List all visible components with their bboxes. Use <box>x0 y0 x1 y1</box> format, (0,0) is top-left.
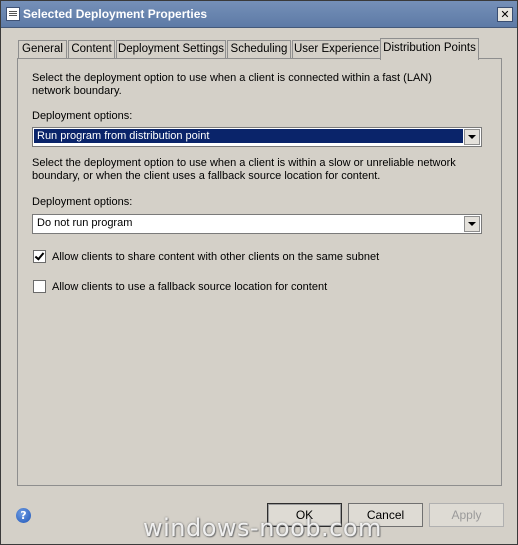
fallback-source-checkbox[interactable] <box>33 280 46 293</box>
fast-network-description: Select the deployment option to use when… <box>32 72 432 97</box>
slow-deployment-options-value: Do not run program <box>37 217 133 229</box>
properties-window-icon <box>6 7 20 21</box>
fast-deployment-options-label: Deployment options: <box>32 110 133 122</box>
close-button[interactable]: ✕ <box>497 7 513 22</box>
help-icon[interactable]: ? <box>16 508 31 523</box>
tab-deployment-settings[interactable]: Deployment Settings <box>116 40 226 59</box>
distribution-points-panel: Select the deployment option to use when… <box>17 58 502 486</box>
fast-deployment-options-select[interactable]: Run program from distribution point <box>32 127 482 147</box>
tab-user-experience[interactable]: User Experience <box>292 40 381 59</box>
slow-deployment-options-label: Deployment options: <box>32 196 133 208</box>
share-content-label[interactable]: Allow clients to share content with othe… <box>52 251 379 264</box>
tab-general[interactable]: General <box>18 40 67 59</box>
chevron-down-icon[interactable] <box>464 216 480 232</box>
tab-distribution-points[interactable]: Distribution Points <box>380 38 479 60</box>
share-content-checkbox[interactable] <box>33 250 46 263</box>
window-title: Selected Deployment Properties <box>23 7 208 21</box>
chevron-down-icon[interactable] <box>464 129 480 145</box>
title-bar[interactable]: Selected Deployment Properties ✕ <box>1 1 517 28</box>
slow-deployment-options-select[interactable]: Do not run program <box>32 214 482 234</box>
fast-deployment-options-value: Run program from distribution point <box>34 129 463 143</box>
deployment-properties-dialog: Selected Deployment Properties ✕ General… <box>0 0 518 545</box>
tab-scheduling[interactable]: Scheduling <box>227 40 291 59</box>
apply-button[interactable]: Apply <box>429 503 504 527</box>
slow-network-description: Select the deployment option to use when… <box>32 157 456 182</box>
fallback-source-label[interactable]: Allow clients to use a fallback source l… <box>52 281 327 294</box>
tab-content[interactable]: Content <box>68 40 115 59</box>
watermark-text: windows-noob.com <box>143 514 382 542</box>
